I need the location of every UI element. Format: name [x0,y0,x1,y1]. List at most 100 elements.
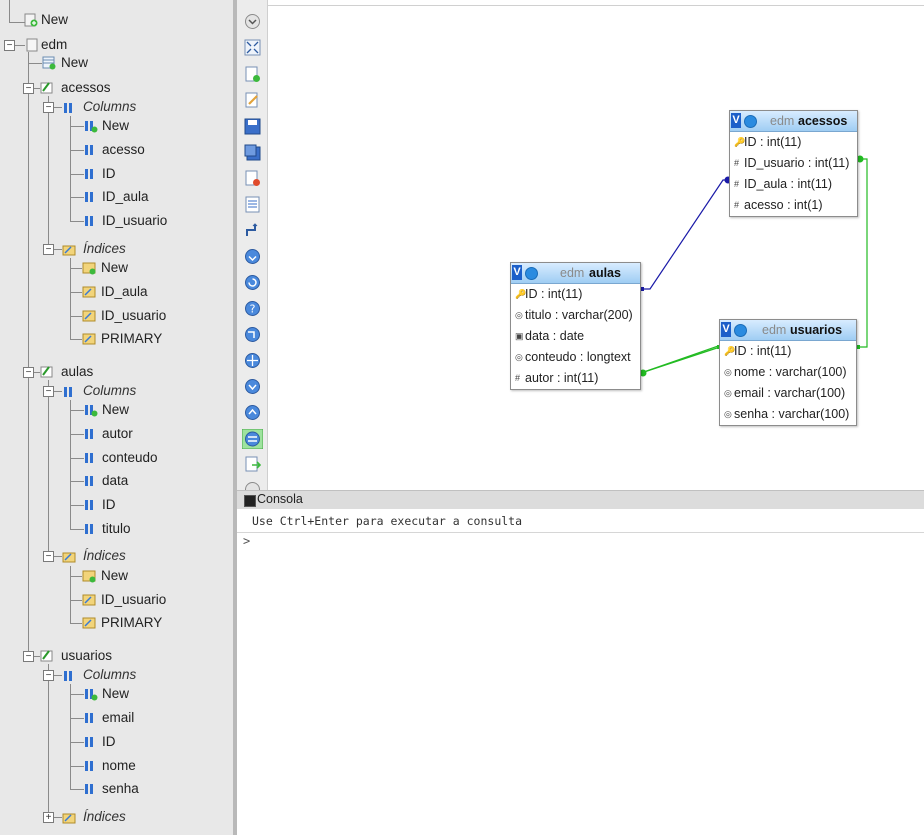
console-header[interactable]: Consola [237,490,924,510]
tree-item-index[interactable]: New [0,566,233,586]
navigation-tree[interactable]: New − edm New − acessos − Columns New ac… [0,0,233,835]
tree-item-columns-folder[interactable]: − Columns [0,97,233,117]
relation-line-acessos-aula[interactable] [642,179,728,290]
delete-page-icon[interactable] [244,170,261,187]
tree-item-index[interactable]: PRIMARY [0,329,233,349]
designer-column[interactable]: ▣ data : date [511,326,640,347]
column-text: ID_aula : int(11) [744,177,833,191]
tree-item-column[interactable]: titulo [0,519,233,539]
designer-column[interactable]: ◎ titulo : varchar(200) [511,305,640,326]
designer-table-header[interactable]: V edm aulas [511,263,640,284]
designer-canvas[interactable]: V edm acessos 🔑 ID : int(11) # ID_usuario … [268,5,924,491]
tree-label: nome [102,758,136,773]
collapse-toggle-icon[interactable]: − [4,40,15,51]
designer-column[interactable]: ◎ nome : varchar(100) [720,362,856,383]
collapse-toggle-icon[interactable]: − [23,651,34,662]
fullscreen-icon[interactable] [244,39,261,56]
tree-item-root-new[interactable]: New [0,10,233,30]
designer-table-acessos[interactable]: V edm acessos 🔑 ID : int(11) # ID_usuario … [729,110,858,217]
tree-item-index[interactable]: PRIMARY [0,613,233,633]
tree-item-column[interactable]: senha [0,779,233,799]
tree-item-index[interactable]: ID_aula [0,282,233,302]
designer-column[interactable]: 🔑 ID : int(11) [730,132,857,153]
tree-item-column[interactable]: New [0,116,233,136]
console-input[interactable] [257,534,917,552]
toggle-small-icon[interactable] [244,404,261,421]
toggle-columns-icon[interactable]: V [512,265,522,280]
expand-toggle-icon[interactable]: + [43,812,54,823]
toggle-relation-lines-icon[interactable] [242,429,263,449]
tree-item-indices-folder[interactable]: − Índices [0,546,233,566]
tree-item-column[interactable]: ID [0,164,233,184]
console-panel[interactable]: Use Ctrl+Enter para executar a consulta … [237,509,924,835]
tree-item-index[interactable]: ID_usuario [0,590,233,610]
tree-item-column[interactable]: ID [0,732,233,752]
tree-item-column[interactable]: ID_usuario [0,211,233,231]
table-options-icon[interactable] [744,115,757,128]
tree-item-db-edm[interactable]: − edm [0,35,233,55]
designer-table-usuarios[interactable]: V edm usuarios 🔑 ID : int(11) ◎ nome : var… [719,319,857,426]
table-options-icon[interactable] [525,267,538,280]
tree-item-column[interactable]: New [0,684,233,704]
designer-column[interactable]: ◎ conteudo : longtext [511,347,640,368]
tree-item-columns-folder[interactable]: − Columns [0,665,233,685]
tree-item-table-usuarios[interactable]: − usuarios [0,646,233,666]
designer-column[interactable]: ◎ email : varchar(100) [720,383,856,404]
tree-item-column[interactable]: New [0,400,233,420]
designer-column[interactable]: # autor : int(11) [511,368,640,389]
tree-item-indices-folder[interactable]: − Índices [0,239,233,259]
tree-item-column[interactable]: autor [0,424,233,444]
collapse-toggle-icon[interactable]: − [43,102,54,113]
create-relation-icon[interactable] [244,222,261,239]
collapse-toggle-icon[interactable]: − [23,83,34,94]
new-page-icon[interactable] [244,66,261,83]
small-big-icon[interactable] [244,378,261,395]
table-list-icon[interactable] [244,196,261,213]
collapse-toggle-icon[interactable]: − [43,670,54,681]
collapse-toggle-icon[interactable]: − [43,386,54,397]
designer-table-header[interactable]: V edm acessos [730,111,857,132]
collapse-toggle-icon[interactable]: − [23,367,34,378]
collapse-toggle-icon[interactable]: − [43,551,54,562]
save-icon[interactable] [244,118,261,135]
collapse-toggle-icon[interactable]: − [43,244,54,255]
table-options-icon[interactable] [734,324,747,337]
tree-item-column[interactable]: ID_aula [0,187,233,207]
tree-item-table-acessos[interactable]: − acessos [0,78,233,98]
designer-table-aulas[interactable]: V edm aulas 🔑 ID : int(11) ◎ titulo : varc… [510,262,641,390]
tree-item-column[interactable]: email [0,708,233,728]
designer-column[interactable]: # ID_aula : int(11) [730,174,857,195]
designer-table-header[interactable]: V edm usuarios [720,320,856,341]
toggle-menu-icon[interactable] [244,13,261,30]
angular-links-icon[interactable] [244,326,261,343]
designer-column[interactable]: 🔑 ID : int(11) [511,284,640,305]
toggle-columns-icon[interactable]: V [721,322,731,337]
snap-to-grid-icon[interactable] [244,352,261,369]
tree-item-column[interactable]: ID [0,495,233,515]
toggle-columns-icon[interactable]: V [731,113,741,128]
tree-item-column[interactable]: acesso [0,140,233,160]
designer-column[interactable]: ◎ senha : varchar(100) [720,404,856,425]
tree-item-column[interactable]: conteudo [0,448,233,468]
tree-item-indices-folder[interactable]: + Índices [0,807,233,827]
more-tools-icon[interactable] [244,481,261,490]
tree-item-column[interactable]: nome [0,756,233,776]
relation-line-acessos-usuario[interactable] [858,158,868,348]
reload-icon[interactable] [244,274,261,291]
designer-column[interactable]: # acesso : int(1) [730,195,857,216]
tree-item-table-aulas[interactable]: − aulas [0,362,233,382]
designer-column[interactable]: 🔑 ID : int(11) [720,341,856,362]
tree-item-index[interactable]: New [0,258,233,278]
save-as-icon[interactable] [244,144,261,161]
tree-item-new-table[interactable]: New [0,53,233,73]
tree-item-index[interactable]: ID_usuario [0,306,233,326]
designer-column[interactable]: # ID_usuario : int(11) [730,153,857,174]
edit-page-icon[interactable] [244,92,261,109]
tree-item-columns-folder[interactable]: − Columns [0,381,233,401]
help-icon[interactable]: ? [244,300,261,317]
choose-column-icon[interactable] [244,248,261,265]
new-table-icon [42,56,56,70]
export-icon[interactable] [244,456,261,473]
tree-label: acessos [61,80,111,95]
tree-item-column[interactable]: data [0,471,233,491]
